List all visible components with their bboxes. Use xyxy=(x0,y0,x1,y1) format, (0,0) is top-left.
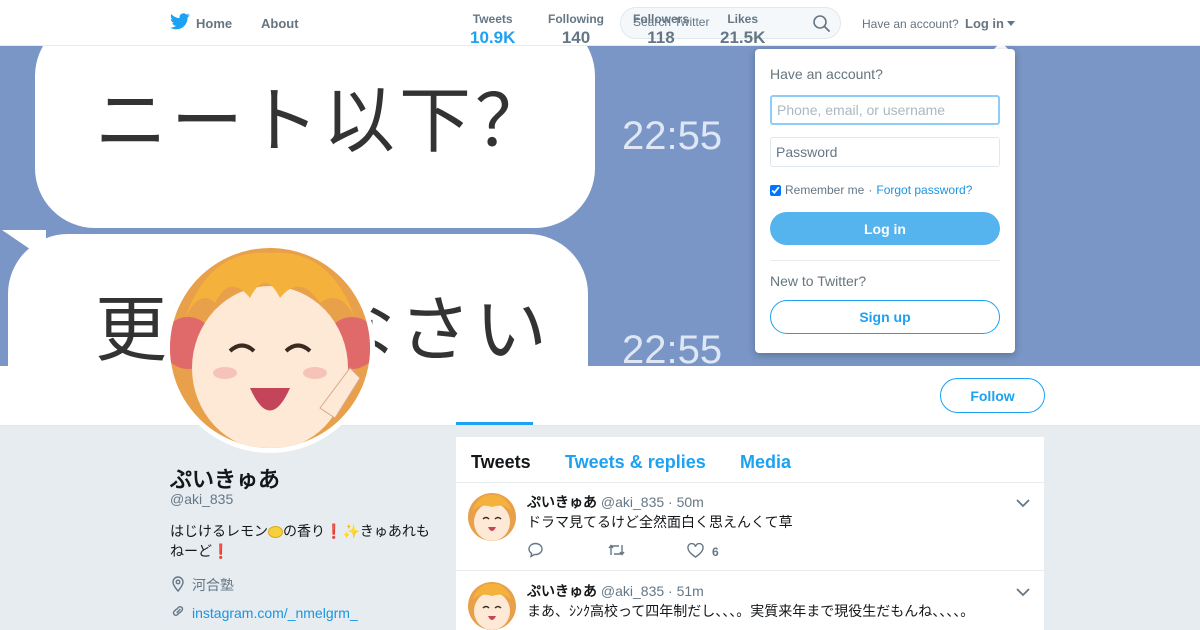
link-icon xyxy=(170,603,186,622)
retweet-icon xyxy=(607,543,626,560)
username-field[interactable] xyxy=(770,95,1000,125)
profile-location: 河合塾 xyxy=(170,575,234,595)
chevron-down-icon[interactable] xyxy=(1016,495,1030,513)
profile-website-link[interactable]: instagram.com/_nmelgrm_ xyxy=(170,603,358,622)
tweet-avatar[interactable] xyxy=(468,582,516,630)
new-to-twitter-text: New to Twitter? xyxy=(770,273,867,289)
location-pin-icon xyxy=(170,575,186,595)
login-dropdown: Have an account? Remember me · Forgot pa… xyxy=(755,49,1015,353)
forgot-password-link[interactable]: Forgot password? xyxy=(876,183,972,197)
twitter-bird-icon xyxy=(170,13,190,33)
banner-text-line: ニート以下？ xyxy=(95,79,552,163)
stat-value: 140 xyxy=(561,28,591,47)
tweet-author-name[interactable]: ぷいきゅあ xyxy=(527,583,597,599)
tweet-header: ぷいきゅあ @aki_835 · 50m xyxy=(527,492,704,512)
bio-exclamation-emoji: ❗ xyxy=(212,543,230,559)
location-text: 河合塾 xyxy=(192,577,234,593)
tweet-text: ドラマ見てるけど全然面白く思えんくて草 xyxy=(527,514,793,530)
stat-label: Tweets xyxy=(472,12,513,26)
tweet-timestamp[interactable]: · 50m xyxy=(668,494,704,510)
have-account-text: Have an account? xyxy=(862,17,959,31)
password-field[interactable] xyxy=(770,137,1000,167)
profile-bio: はじけるレモン の香り❗✨きゅあれもねーど❗ xyxy=(170,521,435,561)
bio-text: の香り xyxy=(283,523,325,539)
nav-home-label: Home xyxy=(196,15,233,31)
avatar-image xyxy=(170,248,370,448)
stat-followers[interactable]: Followers 118 xyxy=(633,12,689,48)
stat-likes[interactable]: Likes 21.5K xyxy=(720,12,765,48)
tweet-header: ぷいきゅあ @aki_835 · 51m xyxy=(527,581,704,601)
stat-following[interactable]: Following 140 xyxy=(548,12,604,48)
tweet-avatar[interactable] xyxy=(468,493,516,541)
stat-value: 21.5K xyxy=(720,28,766,47)
profile-avatar[interactable] xyxy=(165,243,375,453)
bio-text: はじけるレモン xyxy=(170,523,268,539)
tab-tweets-and-replies[interactable]: Tweets & replies xyxy=(565,452,706,473)
tweet-author-handle: @aki_835 xyxy=(600,494,665,510)
stat-value: 10.9K xyxy=(470,28,516,47)
banner-timestamp: 22:55 xyxy=(622,328,723,366)
tweet-timeline: Tweets Tweets & replies Media ぷいきゅあ @aki… xyxy=(456,437,1044,630)
stat-label: Following xyxy=(548,12,604,26)
remember-me-checkbox[interactable] xyxy=(770,184,781,196)
like-button[interactable]: 6 xyxy=(687,542,767,561)
stat-label: Likes xyxy=(727,12,759,26)
tweet-timestamp[interactable]: · 51m xyxy=(668,583,704,599)
login-dropdown-toggle[interactable]: Log in xyxy=(965,16,1015,31)
stat-value: 118 xyxy=(647,28,675,47)
separator-dot: · xyxy=(868,183,873,197)
lemon-emoji-icon xyxy=(268,526,283,539)
tweet-author-handle: @aki_835 xyxy=(600,583,665,599)
profile-handle: @aki_835 xyxy=(170,491,234,507)
nav-home-link[interactable]: Home xyxy=(170,13,232,33)
reply-button[interactable] xyxy=(527,542,607,561)
stat-label: Followers xyxy=(633,12,690,26)
tweet-author-name[interactable]: ぷいきゅあ xyxy=(527,494,597,510)
caret-down-icon xyxy=(1007,21,1015,26)
active-stat-underline xyxy=(456,422,533,425)
dropdown-divider xyxy=(770,260,1000,261)
tab-media[interactable]: Media xyxy=(740,452,791,473)
timeline-tabs: Tweets Tweets & replies Media xyxy=(456,437,1044,483)
heart-icon xyxy=(687,542,704,561)
nav-about-link[interactable]: About xyxy=(261,16,299,31)
tweet-text: まあ、ｼﾝｸ高校って四年制だし、、、。実質来年まで現役生だもんね、、、、。 xyxy=(527,603,975,619)
like-count: 6 xyxy=(712,544,719,559)
signup-button[interactable]: Sign up xyxy=(770,300,1000,334)
banner-timestamp: 22:55 xyxy=(622,114,723,158)
follow-button[interactable]: Follow xyxy=(940,378,1045,413)
sparkles-emoji-icon: ✨ xyxy=(342,523,360,539)
search-icon[interactable] xyxy=(813,15,830,37)
remember-me-label[interactable]: Remember me xyxy=(785,183,864,197)
reply-icon xyxy=(527,542,544,561)
tweet[interactable]: ぷいきゅあ @aki_835 · 51m まあ、ｼﾝｸ高校って四年制だし、、、。… xyxy=(456,572,1044,630)
tweet-actions: 6 xyxy=(527,542,767,561)
tab-tweets[interactable]: Tweets xyxy=(471,452,531,473)
dropdown-title: Have an account? xyxy=(770,66,883,82)
retweet-button[interactable] xyxy=(607,543,687,560)
login-toggle-label: Log in xyxy=(965,16,1004,31)
chevron-down-icon[interactable] xyxy=(1016,584,1030,602)
remember-me-row: Remember me · Forgot password? xyxy=(770,183,972,197)
bio-exclamation-emoji: ❗ xyxy=(325,523,343,539)
login-button[interactable]: Log in xyxy=(770,212,1000,245)
website-text: instagram.com/_nmelgrm_ xyxy=(192,604,358,621)
stat-tweets[interactable]: Tweets 10.9K xyxy=(470,12,515,48)
tweet[interactable]: ぷいきゅあ @aki_835 · 50m ドラマ見てるけど全然面白く思えんくて草… xyxy=(456,483,1044,571)
profile-name[interactable]: ぷいきゅあ xyxy=(170,462,280,494)
